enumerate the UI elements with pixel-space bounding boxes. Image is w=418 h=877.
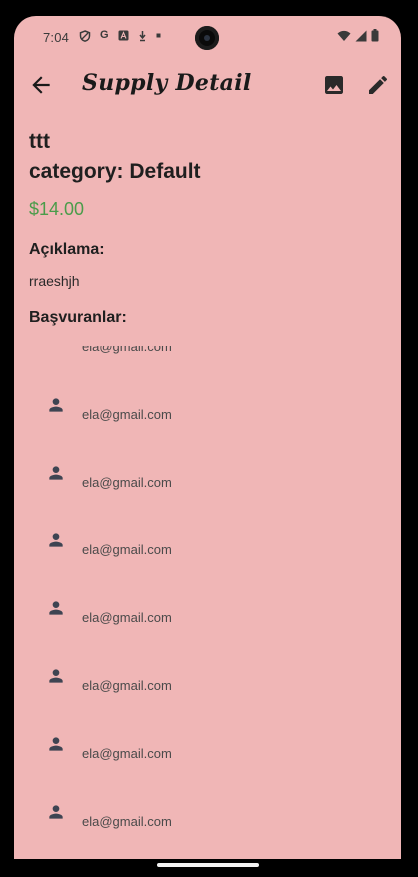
wifi-icon — [337, 30, 351, 41]
applicant-email: ela@gmail.com — [82, 745, 172, 761]
status-bar: 7:04 G — [14, 16, 401, 60]
person-icon — [49, 601, 63, 615]
applicant-list-item[interactable]: ela@gmail.com — [14, 648, 401, 716]
notification-icons: G — [79, 29, 161, 42]
battery-icon — [371, 29, 379, 42]
applicant-email: ela@gmail.com — [82, 474, 172, 490]
description-text: rraeshjh — [29, 273, 80, 289]
app-bar: Supply Detail — [14, 60, 401, 112]
back-arrow-icon[interactable] — [28, 72, 54, 98]
person-icon — [49, 465, 63, 480]
supply-detail: ttt category: Default $14.00 Açıklama: r… — [29, 128, 389, 328]
person-icon — [49, 669, 63, 683]
google-icon: G — [100, 29, 109, 41]
download-icon — [138, 30, 146, 41]
applicant-list-item[interactable]: ela@gmail.com — [14, 580, 401, 648]
person-icon — [49, 804, 63, 819]
applicant-list-item[interactable]: ela@gmail.com — [14, 716, 401, 784]
description-label: Açıklama: — [29, 241, 105, 258]
supply-price: $14.00 — [29, 199, 85, 219]
person-icon — [49, 737, 63, 751]
status-time: 7:04 — [43, 30, 70, 45]
person-icon — [49, 398, 63, 412]
applicant-list-item[interactable]: ela@gmail.com — [14, 445, 401, 513]
applicant-email: ela@gmail.com — [82, 813, 172, 829]
applicant-email: ela@gmail.com — [82, 346, 172, 354]
applicant-list-item[interactable]: ela@gmail.com — [14, 377, 401, 445]
applicant-email: ela@gmail.com — [82, 542, 172, 558]
applicant-email: ela@gmail.com — [82, 610, 172, 626]
front-camera — [195, 26, 219, 50]
applicant-list-item[interactable]: ela@gmail.com — [14, 346, 401, 377]
system-icons — [337, 29, 379, 42]
font-icon — [118, 30, 129, 41]
supply-name: ttt — [29, 130, 50, 153]
supply-category: category: Default — [29, 160, 201, 183]
applicants-list[interactable]: ela@gmail.com ela@gmail.com ela@gmail.com e… — [14, 346, 401, 859]
edit-icon[interactable] — [366, 73, 390, 97]
gesture-nav-handle[interactable] — [157, 863, 259, 867]
image-icon[interactable] — [322, 73, 346, 97]
applicant-email: ela@gmail.com — [82, 406, 172, 422]
app-screen: 7:04 G Supply Detail ttt category: Defau… — [14, 16, 401, 859]
applicant-list-item[interactable]: ela@gmail.com — [14, 512, 401, 580]
signal-icon — [355, 30, 367, 41]
shield-icon — [79, 29, 91, 42]
device-frame: 7:04 G Supply Detail ttt category: Defau… — [0, 0, 418, 877]
applicant-email: ela@gmail.com — [82, 678, 172, 693]
applicants-label: Başvuranlar: — [29, 309, 127, 326]
person-icon — [46, 346, 66, 347]
applicant-list-item[interactable]: ela@gmail.com — [14, 784, 401, 852]
dot-icon — [156, 33, 161, 38]
page-title: Supply Detail — [82, 70, 252, 96]
person-icon — [49, 533, 63, 548]
